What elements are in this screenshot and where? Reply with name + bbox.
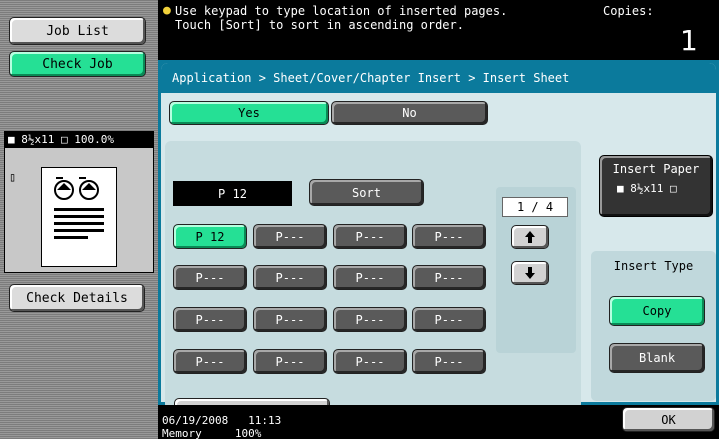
copier-screen: Job List Check Job ■ 8½x11 □ 100.0% ▯ Ch… bbox=[0, 0, 719, 439]
status-bar: 06/19/2008 11:13 Memory 100% OK bbox=[158, 405, 719, 439]
memory-status: Memory 100% bbox=[162, 427, 261, 439]
page-slot-11[interactable]: P--- bbox=[333, 307, 407, 332]
insert-paper-size: ■ 8½x11 □ bbox=[617, 182, 677, 195]
page-slot-8[interactable]: P--- bbox=[412, 265, 486, 290]
page-slot-3[interactable]: P--- bbox=[333, 224, 407, 249]
main-panel: Application > Sheet/Cover/Chapter Insert… bbox=[158, 60, 719, 423]
page-slot-10[interactable]: P--- bbox=[253, 307, 327, 332]
arrow-down-icon bbox=[525, 267, 535, 279]
sort-button[interactable]: Sort bbox=[309, 179, 424, 206]
page-down-button[interactable] bbox=[511, 261, 549, 285]
page-preview-icon bbox=[41, 167, 117, 267]
right-options: Insert Paper ■ 8½x11 □ Insert Type Copy … bbox=[581, 125, 716, 402]
page-navigator: 1 / 4 bbox=[496, 187, 576, 353]
message-bar: ● Use keypad to type location of inserte… bbox=[158, 0, 719, 60]
main-inner: Application > Sheet/Cover/Chapter Insert… bbox=[161, 63, 716, 423]
blank-button[interactable]: Blank bbox=[609, 343, 705, 373]
date: 06/19/2008 bbox=[162, 414, 229, 427]
page-number-field[interactable]: P 12 bbox=[173, 181, 292, 206]
page-slot-13[interactable]: P--- bbox=[173, 349, 247, 374]
insert-paper-label: Insert Paper bbox=[612, 162, 700, 176]
page-slot-12[interactable]: P--- bbox=[412, 307, 486, 332]
page-up-button[interactable] bbox=[511, 225, 549, 249]
page-slot-7[interactable]: P--- bbox=[333, 265, 407, 290]
date-time: 06/19/2008 11:13 bbox=[162, 414, 281, 427]
time: 11:13 bbox=[248, 414, 282, 427]
page-slot-14[interactable]: P--- bbox=[253, 349, 327, 374]
message-line-2: Touch [Sort] to sort in ascending order. bbox=[175, 18, 464, 32]
arrow-up-icon bbox=[525, 231, 535, 243]
preview-panel: ■ 8½x11 □ 100.0% ▯ bbox=[4, 131, 154, 273]
yes-button[interactable]: Yes bbox=[169, 101, 329, 125]
page-slot-4[interactable]: P--- bbox=[412, 224, 486, 249]
check-job-button[interactable]: Check Job bbox=[9, 51, 146, 77]
page-slot-5[interactable]: P--- bbox=[173, 265, 247, 290]
page-indicator: 1 / 4 bbox=[502, 197, 568, 217]
insert-type-label: Insert Type bbox=[613, 259, 694, 273]
copies-label: Copies: bbox=[603, 4, 654, 18]
left-sidebar: Job List Check Job ■ 8½x11 □ 100.0% ▯ Ch… bbox=[0, 0, 158, 439]
job-list-button[interactable]: Job List bbox=[9, 17, 146, 45]
page-slot-9[interactable]: P--- bbox=[173, 307, 247, 332]
copy-button[interactable]: Copy bbox=[609, 296, 705, 326]
insert-paper-button[interactable]: Insert Paper ■ 8½x11 □ bbox=[599, 155, 713, 217]
page-slot-1[interactable]: P 12 bbox=[173, 224, 247, 249]
breadcrumb: Application > Sheet/Cover/Chapter Insert… bbox=[161, 63, 716, 93]
preview-area: ▯ bbox=[4, 147, 154, 273]
no-button[interactable]: No bbox=[331, 101, 488, 125]
page-slot-2[interactable]: P--- bbox=[253, 224, 327, 249]
page-slot-15[interactable]: P--- bbox=[333, 349, 407, 374]
insert-type-group: Insert Type Copy Blank bbox=[591, 251, 716, 401]
page-slot-16[interactable]: P--- bbox=[412, 349, 486, 374]
ok-button[interactable]: OK bbox=[622, 407, 715, 432]
memory-label: Memory bbox=[162, 427, 202, 439]
message-line-1: Use keypad to type location of inserted … bbox=[175, 4, 508, 18]
memory-value: 100% bbox=[234, 427, 262, 439]
tray-icon: ▯ bbox=[9, 170, 17, 184]
copies-count: 1 bbox=[680, 24, 698, 57]
lightbulb-icon: ● bbox=[163, 3, 171, 18]
page-slot-6[interactable]: P--- bbox=[253, 265, 327, 290]
check-details-button[interactable]: Check Details bbox=[9, 284, 145, 312]
preview-paper-info: ■ 8½x11 □ 100.0% bbox=[4, 131, 154, 147]
